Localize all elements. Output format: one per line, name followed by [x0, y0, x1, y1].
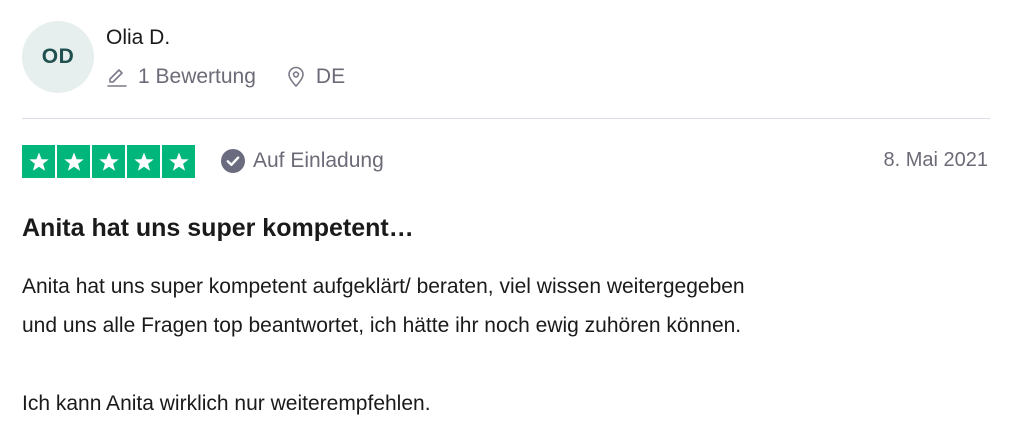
review-card: OD Olia D. 1 Bewertung DE Auf Einladung …: [0, 0, 1024, 433]
divider: [22, 118, 990, 119]
reviewer-meta: 1 Bewertung DE: [106, 62, 345, 92]
verified-badge[interactable]: Auf Einladung: [221, 146, 384, 176]
star-rating: [22, 145, 195, 178]
review-text-line: und uns alle Fragen top beantwortet, ich…: [22, 314, 742, 337]
reviewer-name[interactable]: Olia D.: [106, 26, 170, 50]
star-icon: [127, 145, 160, 178]
review-count: 1 Bewertung: [138, 65, 256, 88]
avatar-initials: OD: [41, 45, 75, 68]
star-icon: [92, 145, 125, 178]
review-date: 8. Mai 2021: [883, 149, 988, 171]
review-text-line: Anita hat uns super kompetent aufgeklärt…: [22, 275, 745, 298]
location-pin-icon: [286, 66, 306, 88]
review-text-line: Ich kann Anita wirklich nur weiterempfeh…: [22, 392, 431, 415]
star-icon: [22, 145, 55, 178]
verified-label: Auf Einladung: [253, 149, 384, 172]
star-icon: [162, 145, 195, 178]
avatar[interactable]: OD: [22, 21, 94, 93]
review-text: Anita hat uns super kompetent aufgeklärt…: [22, 267, 1012, 423]
review-title[interactable]: Anita hat uns super kompetent…: [22, 214, 414, 243]
star-icon: [57, 145, 90, 178]
reviewer-country: DE: [315, 65, 346, 88]
pencil-icon: [106, 66, 128, 88]
checkmark-circle-icon: [221, 149, 245, 173]
